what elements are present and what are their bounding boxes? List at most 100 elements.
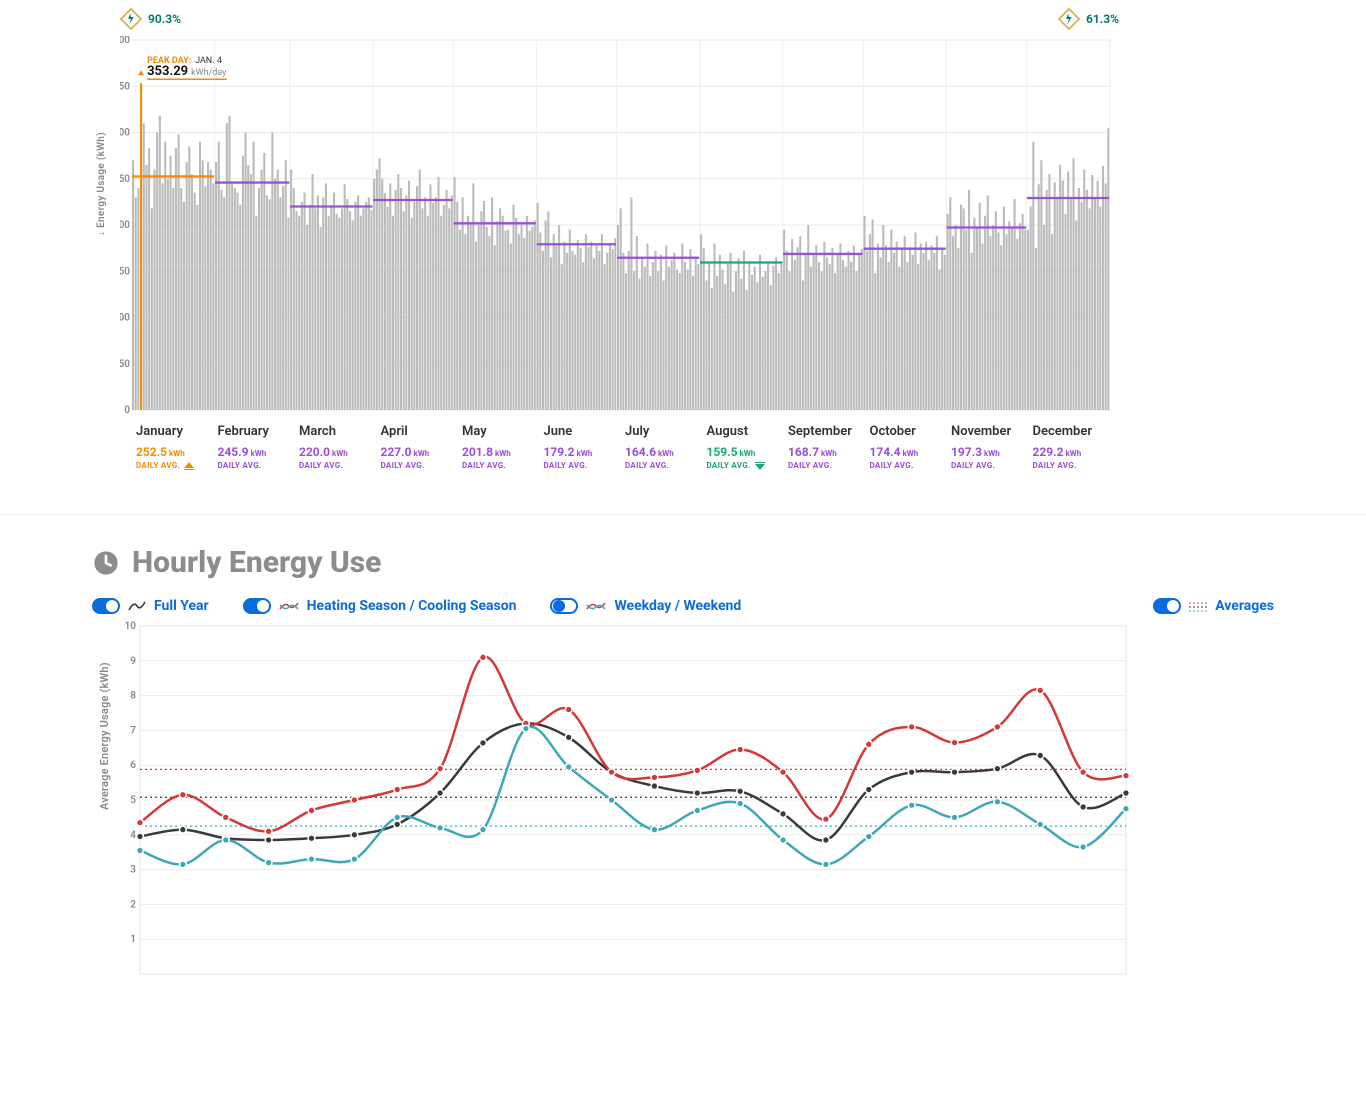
- daily-bar: [403, 211, 405, 410]
- svg-text:350: 350: [120, 81, 130, 92]
- daily-bar: [930, 245, 932, 410]
- svg-text:353.29: 353.29: [147, 64, 188, 79]
- toggle-week[interactable]: Weekday / Weekend: [550, 598, 741, 614]
- daily-bar: [1091, 175, 1093, 410]
- toggle-switch[interactable]: [243, 598, 271, 614]
- svg-text:3: 3: [130, 865, 136, 876]
- daily-bar: [596, 245, 598, 410]
- daily-bar: [172, 188, 174, 410]
- toggle-switch[interactable]: [550, 598, 578, 614]
- hourly-line-chart: Average Energy Usage (kWh) 12345678910: [92, 620, 1274, 984]
- month-avg-value: 220.0kWh: [299, 445, 373, 459]
- daily-bar: [1094, 197, 1096, 410]
- daily-bar: [191, 174, 193, 410]
- daily-bar: [550, 257, 552, 410]
- daily-bar: [204, 186, 206, 410]
- daily-bar: [853, 245, 855, 410]
- daily-bar: [1059, 165, 1061, 410]
- toggle-full-year[interactable]: Full Year: [92, 598, 209, 614]
- daily-bar: [855, 271, 857, 410]
- daily-bar: [644, 267, 646, 410]
- daily-bar: [724, 284, 726, 410]
- daily-bar: [379, 158, 381, 410]
- daily-bar: [140, 83, 142, 410]
- daily-bar: [652, 262, 654, 410]
- daily-avg-label: DAILY AVG.: [462, 461, 536, 470]
- svg-text:1: 1: [130, 934, 136, 945]
- daily-bar: [488, 236, 490, 410]
- daily-bar: [979, 203, 981, 410]
- daily-bar: [274, 179, 276, 410]
- daily-bar: [617, 225, 619, 410]
- daily-bar: [590, 242, 592, 410]
- daily-bar: [968, 190, 970, 410]
- svg-text:150: 150: [120, 266, 130, 277]
- daily-bar: [569, 230, 571, 410]
- daily-bar: [939, 269, 941, 410]
- daily-bar: [475, 242, 477, 410]
- daily-bar: [462, 197, 464, 410]
- daily-bar: [633, 271, 635, 410]
- daily-bar: [1072, 158, 1074, 410]
- month-col: October174.4kWhDAILY AVG.: [866, 414, 948, 470]
- svg-text:4: 4: [130, 830, 136, 841]
- daily-bar: [341, 208, 343, 410]
- toggle-switch[interactable]: [92, 598, 120, 614]
- daily-bar: [389, 183, 391, 410]
- toggle-seasons[interactable]: Heating Season / Cooling Season: [243, 598, 517, 614]
- daily-bar: [312, 174, 314, 410]
- month-avg-value: 159.5kWh: [707, 445, 781, 459]
- daily-avg-label: DAILY AVG.: [544, 461, 618, 470]
- daily-bar: [936, 236, 938, 410]
- daily-bar: [885, 245, 887, 410]
- daily-bar: [167, 179, 169, 410]
- daily-bar: [440, 216, 442, 410]
- toggle-avg[interactable]: Averages: [1153, 598, 1274, 614]
- daily-bar: [301, 202, 303, 410]
- toggle-label: Weekday / Weekend: [614, 598, 741, 614]
- daily-bar: [880, 257, 882, 410]
- daily-bar: [815, 245, 817, 410]
- toggle-switch[interactable]: [1153, 598, 1181, 614]
- daily-bar: [1032, 142, 1034, 410]
- daily-bar: [370, 210, 372, 410]
- daily-bar: [984, 216, 986, 410]
- daily-bar: [663, 281, 665, 411]
- daily-bar: [510, 244, 512, 411]
- svg-text:50: 50: [120, 359, 130, 370]
- daily-bar: [537, 203, 539, 410]
- daily-bar: [783, 230, 785, 410]
- svg-text:0: 0: [124, 405, 130, 414]
- daily-bar: [328, 216, 330, 410]
- daily-bar: [778, 273, 780, 410]
- daily-bar: [834, 273, 836, 410]
- daily-bar: [689, 249, 691, 410]
- daily-bar: [526, 216, 528, 410]
- svg-text:9: 9: [130, 656, 136, 667]
- daily-bar: [1022, 214, 1024, 410]
- daily-bar: [1054, 182, 1056, 410]
- daily-bar: [470, 223, 472, 410]
- daily-bar: [797, 247, 799, 410]
- daily-bar: [850, 262, 852, 410]
- daily-bar: [837, 255, 839, 410]
- daily-bar: [794, 260, 796, 410]
- daily-bar: [338, 218, 340, 410]
- daily-bar: [802, 281, 804, 411]
- section-title-hourly: Hourly Energy Use: [92, 545, 1274, 580]
- daily-bar: [1006, 234, 1008, 410]
- month-avg-value: 229.2kWh: [1033, 445, 1107, 459]
- daily-bar: [756, 282, 758, 410]
- daily-bar: [545, 220, 547, 410]
- daily-bar: [132, 160, 134, 410]
- daily-bar: [606, 253, 608, 410]
- month-name: December: [1033, 424, 1107, 439]
- daily-bar: [454, 177, 456, 410]
- daily-bar: [542, 251, 544, 410]
- month-col: November197.3kWhDAILY AVG.: [947, 414, 1029, 470]
- daily-bar: [137, 188, 139, 410]
- down-icon: [755, 462, 765, 470]
- daily-bar: [845, 267, 847, 410]
- daily-bar: [282, 186, 284, 410]
- svg-text:8: 8: [130, 691, 136, 702]
